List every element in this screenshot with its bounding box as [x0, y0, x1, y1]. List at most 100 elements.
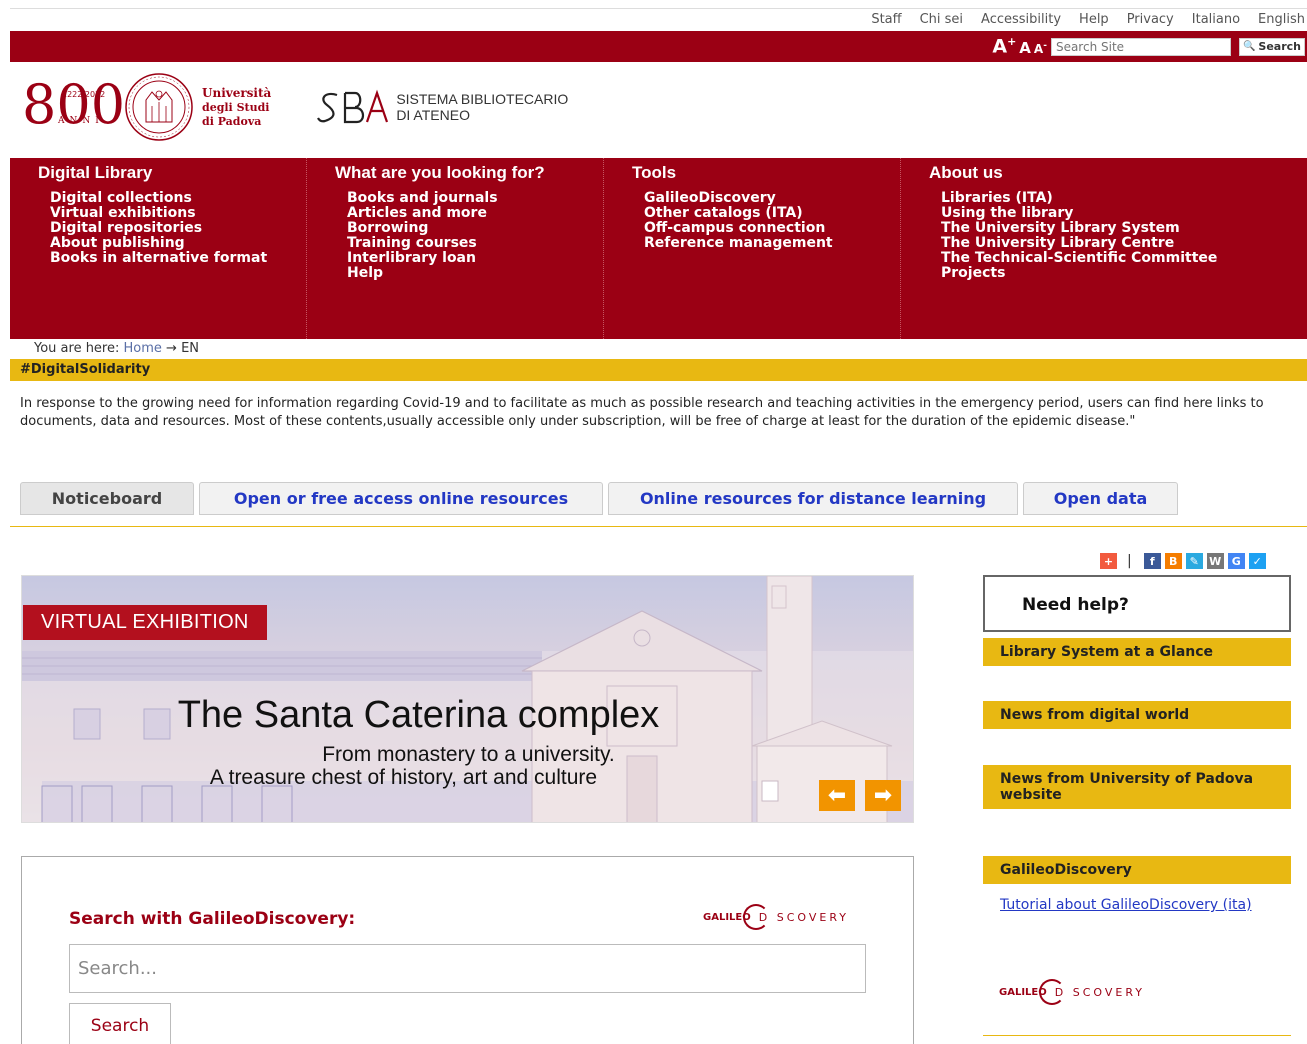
nav-link-english[interactable]: English [1258, 12, 1305, 27]
menu-item-help[interactable]: Help [347, 266, 603, 281]
sba-text-line1: SISTEMA BIBLIOTECARIO [396, 90, 569, 107]
menu-item-digital-collections[interactable]: Digital collections [50, 191, 306, 206]
galileo-sidebar-logo-right: D SCOVERY [1054, 985, 1145, 999]
menu-heading-looking-for[interactable]: What are you looking for? [335, 163, 603, 183]
google-icon[interactable]: G [1227, 553, 1245, 569]
twitter-icon[interactable]: ✓ [1248, 553, 1266, 569]
menu-item-other-catalogs[interactable]: Other catalogs (ITA) [644, 206, 900, 221]
page: Staff Chi sei Accessibility Help Privacy… [0, 0, 1307, 1044]
galileo-search-button[interactable]: Search [69, 1003, 171, 1044]
anniversary-years: 1222·2022 [62, 90, 106, 99]
site-search-input[interactable] [1050, 37, 1231, 56]
breadcrumb-prefix: You are here: [34, 341, 120, 356]
menu-item-projects[interactable]: Projects [941, 266, 1307, 281]
header-red-bar: A+ A A- 🔍 Search [10, 31, 1307, 62]
facebook-icon[interactable]: f [1143, 553, 1161, 569]
menu-item-libraries[interactable]: Libraries (ITA) [941, 191, 1307, 206]
site-search-button[interactable]: 🔍 Search [1238, 37, 1305, 56]
galileo-search-input[interactable]: Search... [69, 944, 866, 993]
university-name-line1: Università [202, 85, 272, 100]
search-icon: 🔍 [1242, 41, 1256, 52]
digital-solidarity-bar: #DigitalSolidarity [10, 359, 1307, 381]
share-bar: + | f B ✎ W G ✓ [1096, 553, 1266, 569]
breadcrumb-home-link[interactable]: Home [124, 341, 162, 356]
menu-item-books-alternative-format[interactable]: Books in alternative format [50, 251, 306, 266]
menu-column-about-us: About us Libraries (ITA) Using the libra… [901, 158, 1307, 339]
banner-title: The Santa Caterina complex [177, 694, 660, 736]
menu-column-tools: Tools GalileoDiscovery Other catalogs (I… [604, 158, 901, 339]
menu-heading-about-us[interactable]: About us [929, 163, 1307, 183]
breadcrumb-current: EN [181, 341, 200, 356]
delicious-icon[interactable]: ✎ [1185, 553, 1203, 569]
galileo-discovery-logo: GALILEO D SCOVERY [703, 904, 849, 930]
menu-item-about-publishing[interactable]: About publishing [50, 236, 306, 251]
font-size-reset[interactable]: A [1019, 39, 1031, 57]
tab-open-free-resources[interactable]: Open or free access online resources [199, 482, 603, 515]
blogger-icon[interactable]: B [1164, 553, 1182, 569]
sba-mark-icon [317, 89, 389, 124]
menu-item-library-system[interactable]: The University Library System [941, 221, 1307, 236]
menu-heading-tools[interactable]: Tools [632, 163, 900, 183]
galileo-logo-right: D SCOVERY [758, 910, 849, 924]
galileo-sidebar-heading: GalileoDiscovery [983, 856, 1291, 884]
sba-text: SISTEMA BIBLIOTECARIO DI ATENEO [396, 91, 568, 123]
mega-menu: Digital Library Digital collections Virt… [10, 158, 1307, 339]
share-separator: | [1127, 553, 1132, 569]
menu-item-using-library[interactable]: Using the library [941, 206, 1307, 221]
sba-logo[interactable]: SISTEMA BIBLIOTECARIO DI ATENEO [317, 87, 568, 127]
menu-item-off-campus[interactable]: Off-campus connection [644, 221, 900, 236]
anniversary-logo[interactable]: 800 1222·2022 ANNI [22, 76, 125, 138]
banner-subtitle-1: From monastery to a university. [322, 743, 615, 766]
tab-open-data[interactable]: Open data [1023, 482, 1178, 515]
breadcrumb-arrow: → [166, 341, 177, 356]
need-help-box[interactable]: Need help? [983, 575, 1291, 632]
tab-noticeboard[interactable]: Noticeboard [20, 482, 194, 515]
university-name[interactable]: Università degli Studi di Padova [202, 86, 271, 129]
galileo-search-title: Search with GalileoDiscovery: [69, 909, 356, 929]
menu-item-reference-management[interactable]: Reference management [644, 236, 900, 251]
sidebar-divider [983, 1035, 1291, 1036]
menu-item-training-courses[interactable]: Training courses [347, 236, 603, 251]
nav-link-chi-sei[interactable]: Chi sei [920, 12, 963, 27]
menu-item-borrowing[interactable]: Borrowing [347, 221, 603, 236]
library-system-glance-button[interactable]: Library System at a Glance [983, 638, 1291, 666]
nav-link-help[interactable]: Help [1079, 12, 1109, 27]
anniversary-anni: ANNI [58, 116, 104, 126]
menu-column-digital-library: Digital Library Digital collections Virt… [10, 158, 307, 339]
menu-item-virtual-exhibitions[interactable]: Virtual exhibitions [50, 206, 306, 221]
menu-item-articles[interactable]: Articles and more [347, 206, 603, 221]
menu-item-technical-committee[interactable]: The Technical-Scientific Committee [941, 251, 1307, 266]
banner-next-arrow-icon[interactable]: ➡ [865, 780, 901, 811]
banner-label: VIRTUAL EXHIBITION [23, 605, 267, 640]
logo-row: 800 1222·2022 ANNI Università degli Stud… [22, 72, 568, 142]
menu-heading-digital-library[interactable]: Digital Library [38, 163, 306, 183]
font-size-controls: A+ A A- [992, 35, 1047, 57]
wordpress-icon[interactable]: W [1206, 553, 1224, 569]
nav-link-staff[interactable]: Staff [871, 12, 901, 27]
font-size-increase[interactable]: A+ [992, 35, 1016, 57]
menu-item-books-journals[interactable]: Books and journals [347, 191, 603, 206]
menu-item-digital-repositories[interactable]: Digital repositories [50, 221, 306, 236]
university-name-line2: degli Studi [202, 100, 270, 114]
menu-item-galileodiscovery[interactable]: GalileoDiscovery [644, 191, 900, 206]
nav-link-accessibility[interactable]: Accessibility [981, 12, 1061, 27]
news-unipd-website-button[interactable]: News from University of Padova website [983, 765, 1291, 809]
news-digital-world-button[interactable]: News from digital world [983, 701, 1291, 729]
galileo-tutorial-link[interactable]: Tutorial about GalileoDiscovery (ita) [1000, 896, 1270, 915]
addthis-icon[interactable]: + [1100, 553, 1117, 569]
top-utility-nav: Staff Chi sei Accessibility Help Privacy… [10, 8, 1307, 30]
galileo-sidebar-logo[interactable]: GALILEO D SCOVERY [999, 979, 1145, 1005]
intro-text: In response to the growing need for info… [20, 396, 1264, 429]
font-size-decrease[interactable]: A- [1034, 41, 1047, 56]
banner-prev-arrow-icon[interactable]: ⬅ [819, 780, 855, 811]
menu-item-interlibrary-loan[interactable]: Interlibrary loan [347, 251, 603, 266]
tab-distance-learning[interactable]: Online resources for distance learning [608, 482, 1018, 515]
university-seal-icon[interactable] [124, 72, 194, 142]
banner-subtitle-2: A treasure chest of history, art and cul… [209, 766, 598, 789]
university-name-line3: di Padova [202, 114, 262, 128]
nav-link-italiano[interactable]: Italiano [1192, 12, 1240, 27]
featured-banner[interactable]: VIRTUAL EXHIBITION The Santa Caterina co… [21, 575, 914, 823]
sba-text-line2: DI ATENEO [396, 107, 470, 123]
menu-item-library-centre[interactable]: The University Library Centre [941, 236, 1307, 251]
nav-link-privacy[interactable]: Privacy [1127, 12, 1174, 27]
